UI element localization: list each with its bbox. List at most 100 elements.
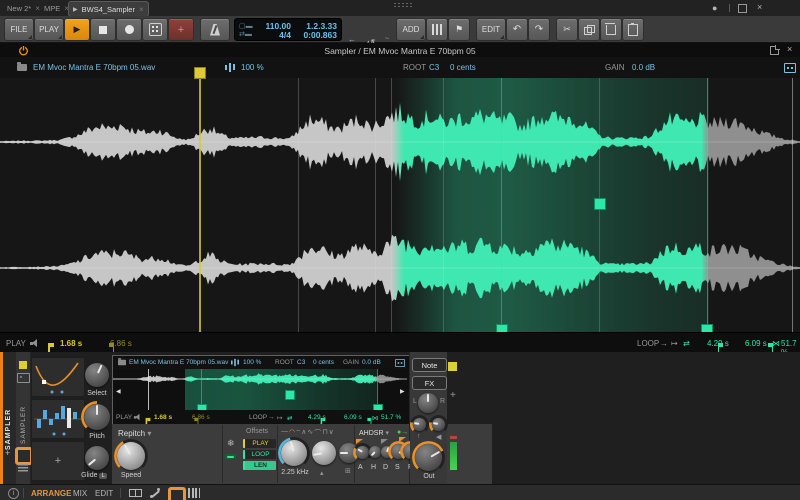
glide-knob[interactable] (85, 446, 109, 470)
scroll-left-icon[interactable]: ◀ (116, 388, 121, 395)
marker-button[interactable]: ⚑ (448, 18, 470, 41)
device-header-strip[interactable]: SAMPLER (15, 352, 33, 484)
mixer-panel-toggle-icon[interactable] (188, 488, 200, 498)
folder-icon[interactable] (118, 358, 126, 366)
loop-mode-hold-icon[interactable]: ↦ (671, 339, 678, 348)
play-button[interactable]: ▶ (64, 18, 90, 41)
paste-button[interactable] (622, 18, 644, 41)
device-enabled-toggle[interactable] (19, 361, 27, 369)
loop-mode-pingpong-icon[interactable]: ⇄ (287, 414, 292, 422)
play-menu-button[interactable]: PLAY (34, 18, 64, 41)
pan-knob[interactable] (418, 393, 438, 413)
play-end-line[interactable] (792, 78, 793, 332)
aux-knob-2[interactable] (429, 415, 448, 434)
playback-mode-dropdown[interactable]: Repitch ▾ (118, 429, 151, 438)
overdub-button[interactable]: + (168, 18, 194, 41)
cutoff-knob[interactable] (278, 437, 310, 469)
speed-knob[interactable] (114, 439, 148, 473)
mixer-toggle-button[interactable] (426, 18, 448, 41)
loop-start-line[interactable] (501, 78, 502, 332)
fx-chain-button[interactable]: FX (412, 376, 447, 390)
freeze-snowflake-icon[interactable]: ❄ (227, 438, 235, 449)
play-start-value[interactable]: 1.68 s (60, 339, 82, 348)
aux-knob-1[interactable] (410, 415, 429, 434)
preset-icon[interactable] (17, 373, 30, 383)
play-start-handle[interactable] (194, 67, 206, 79)
gain-value[interactable]: 0.0 dB (632, 63, 655, 72)
close-editor-icon[interactable]: × (787, 44, 792, 54)
zoom-fit-icon[interactable] (784, 63, 796, 73)
root-note-value[interactable]: C3 (297, 359, 305, 366)
zoom-gain-icon[interactable] (230, 358, 240, 367)
select-knob[interactable] (85, 363, 109, 387)
redo-button[interactable]: ↷ (528, 18, 550, 41)
track-strip[interactable]: SAMPLER + (0, 352, 16, 484)
loop-mode-off-icon[interactable]: → (268, 414, 275, 421)
restore-window-icon[interactable] (738, 4, 747, 13)
undo-button[interactable]: ↶ (506, 18, 528, 41)
drag-handle-icon[interactable] (393, 2, 413, 8)
record-button[interactable] (116, 18, 142, 41)
envelope-dropdown[interactable]: AHDSR ▾ (359, 429, 389, 437)
popout-icon[interactable] (770, 45, 780, 55)
scroll-right-icon[interactable]: ▶ (400, 388, 405, 395)
freeze-led-icon[interactable] (225, 454, 236, 459)
mod-route-icon[interactable]: ●→ (397, 429, 408, 436)
loop-mode-pingpong-icon[interactable]: ⇄ (683, 339, 690, 348)
mini-play-start-line[interactable] (148, 369, 149, 410)
zoom-gain-icon[interactable] (224, 63, 236, 72)
stop-button[interactable] (90, 18, 116, 41)
offset-len-button[interactable]: LEN (243, 461, 276, 470)
filter-shape-selector[interactable]: — ◠ ~ ∧ ∿ ⌒ ⊓ ∨ (281, 428, 353, 437)
offset-play-button[interactable]: PLAY (243, 439, 276, 448)
sample-file-name[interactable]: EM Mvoc Mantra E 70bpm 05.wav (129, 359, 228, 366)
zoom-fit-icon[interactable] (395, 359, 405, 367)
audition-speaker-icon[interactable] (30, 339, 39, 347)
time-signature-value[interactable]: 4/4 (279, 30, 291, 40)
add-icon[interactable]: + (5, 448, 10, 458)
gain-value[interactable]: 0.0 dB (362, 359, 381, 366)
loop-start-value[interactable]: 4.29 s (308, 414, 326, 421)
project-tab-new2[interactable]: New 2* × (3, 1, 44, 15)
copy-button[interactable] (578, 18, 600, 41)
info-icon[interactable]: i (8, 488, 19, 499)
audition-speaker-icon[interactable] (133, 413, 141, 421)
play-end-value[interactable]: 6.86 s (110, 339, 132, 348)
pitch-knob[interactable] (81, 401, 113, 433)
layout-arrange-button[interactable]: ARRANGE (31, 489, 71, 498)
mini-crossfade-handle[interactable] (285, 390, 295, 400)
file-menu-button[interactable]: FILE (4, 18, 34, 41)
close-window-icon[interactable]: × (757, 2, 762, 12)
waveform-editor[interactable] (0, 78, 800, 332)
loop-mode-hold-icon[interactable]: ↦ (277, 414, 282, 422)
folder-icon[interactable] (17, 62, 27, 71)
root-note-value[interactable]: C3 (429, 63, 439, 72)
out-knob[interactable] (412, 441, 445, 474)
root-cents-value[interactable]: 0 cents (450, 63, 476, 72)
loop-end-line[interactable] (707, 78, 708, 332)
loop-start-value[interactable]: 4.29 s (707, 339, 729, 348)
modulator-slot-steps[interactable] (31, 399, 85, 439)
crossfade-value[interactable]: 51.7 % (381, 414, 401, 421)
hold-knob[interactable] (369, 446, 381, 458)
attack-knob[interactable] (353, 443, 372, 462)
next-device-enabled-toggle[interactable] (448, 362, 457, 371)
delete-button[interactable] (600, 18, 622, 41)
add-device-icon[interactable]: + (450, 390, 456, 401)
layout-mix-button[interactable]: MIX (73, 489, 87, 498)
layout-edit-button[interactable]: EDIT (95, 489, 113, 498)
dual-display-icon[interactable] (129, 489, 142, 497)
metronome-button[interactable] (200, 18, 230, 41)
add-track-button[interactable]: ADD (396, 18, 426, 41)
device-panel-toggle-icon[interactable] (168, 487, 186, 500)
dashboard-dot-icon[interactable]: ● (712, 3, 717, 13)
cut-button[interactable]: ✂ (556, 18, 578, 41)
mini-waveform-svg[interactable] (113, 369, 407, 410)
io-cable-icon[interactable] (150, 488, 160, 498)
modulator-slot-curve[interactable] (31, 357, 85, 397)
project-tab-bws4-sampler[interactable]: ▶ BWS4_Sampler × (68, 1, 149, 17)
note-chain-button[interactable]: Note (412, 358, 447, 372)
time-value[interactable]: 0:00.863 (303, 30, 337, 40)
zoom-value[interactable]: 100 % (241, 63, 264, 72)
loop-crossfade-handle[interactable] (594, 198, 606, 210)
